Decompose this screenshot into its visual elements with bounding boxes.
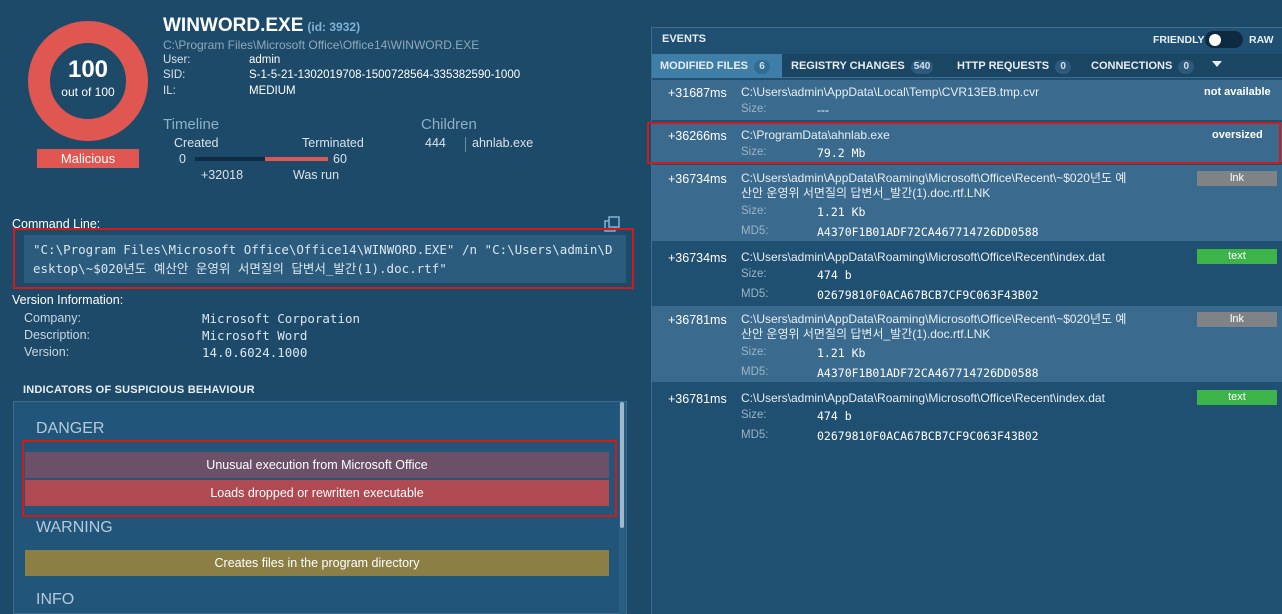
size-value: 1.21 Kb [817,346,866,360]
child-process-link[interactable]: ahnlab.exe [472,136,533,150]
description-label: Description: [24,328,90,342]
indicator-warning-1[interactable]: Creates files in the program directory [25,550,609,576]
tab-http-requests[interactable]: HTTP REQUESTS 0 [949,54,1076,78]
event-path: C:\Users\admin\AppData\Local\Temp\CVR13E… [741,85,1040,99]
size-label: Size: [741,409,767,421]
indicators-title: INDICATORS OF SUSPICIOUS BEHAVIOUR [13,376,627,402]
danger-label: DANGER [36,420,105,437]
sid-label: SID: [163,69,186,81]
timeline-title: Timeline [163,116,220,133]
md5-label: MD5: [741,225,769,237]
md5-label: MD5: [741,366,769,378]
md5-value: A4370F1B01ADF72CA467714726DD0588 [817,225,1039,239]
event-time: +36781ms [668,392,727,406]
company-label: Company: [24,311,81,325]
timeline-end: 60 [333,152,347,166]
tab-count: 0 [1055,60,1072,74]
version-value: 14.0.6024.1000 [202,345,308,360]
event-path-line1: C:\Users\admin\AppData\Roaming\Microsoft… [741,312,1127,326]
description-value: Microsoft Word [202,328,308,343]
user-value: admin [249,54,281,66]
events-title: EVENTS [662,33,707,45]
tab-count: 540 [910,60,934,74]
event-path-line2: 산안 운영위 서면질의 답변서_발간(1).doc.rtf.LNK [741,186,991,200]
size-value: --- [817,103,829,117]
process-id: (id: 3932) [307,20,361,34]
tab-connections[interactable]: CONNECTIONS 0 [1083,54,1203,78]
user-label: User: [163,54,191,66]
md5-label: MD5: [741,288,769,300]
md5-value: 02679810F0ACA67BCB7CF9C063F43B02 [817,288,1039,302]
event-time: +31687ms [668,86,727,100]
size-value: 474 b [817,268,852,282]
md5-value: 02679810F0ACA67BCB7CF9C063F43B02 [817,429,1039,443]
company-value: Microsoft Corporation [202,311,361,326]
timeline-created-label: Created [174,136,219,150]
toggle-knob [1209,34,1221,46]
il-label: IL: [163,85,176,97]
size-value: 474 b [817,409,852,423]
indicators-scroll-thumb[interactable] [620,402,624,528]
sid-value: S-1-5-21-1302019708-1500728564-335382590… [249,69,521,81]
raw-label: RAW [1249,34,1274,46]
highlight-danger-indicators [22,440,617,517]
children-divider [465,137,466,152]
tab-label: REGISTRY CHANGES [791,60,905,72]
size-label: Size: [741,268,767,280]
event-path: C:\Users\admin\AppData\Roaming\Microsoft… [741,250,1105,264]
process-name: WINWORD.EXE [163,15,304,36]
children-title: Children [421,116,477,133]
process-title: WINWORD.EXE (id: 3932) [163,15,360,37]
size-label: Size: [741,346,767,358]
file-type-badge: text [1197,390,1277,405]
tab-count: 6 [754,60,770,74]
tab-modified-files[interactable]: MODIFIED FILES 6 [652,54,782,78]
tab-registry-changes[interactable]: REGISTRY CHANGES 540 [783,54,941,78]
version-label: Version: [24,345,70,359]
friendly-label: FRIENDLY [1153,34,1205,46]
threat-score-value: 100 [67,56,109,83]
size-label: Size: [741,103,767,115]
tab-label: CONNECTIONS [1091,60,1173,72]
file-type-badge: lnk [1197,171,1277,186]
info-label: INFO [36,591,75,608]
event-status: not available [1204,86,1271,98]
timeline-status: Was run [293,168,340,182]
version-info-title: Version Information: [12,293,124,307]
md5-label: MD5: [741,429,769,441]
verdict-badge: Malicious [37,149,139,168]
tab-count: 0 [1178,60,1195,74]
event-path-line1: C:\Users\admin\AppData\Roaming\Microsoft… [741,171,1127,185]
warning-label: WARNING [36,519,113,536]
timeline-terminated-label: Terminated [302,136,364,150]
file-type-badge: lnk [1197,312,1277,327]
event-path: C:\Users\admin\AppData\Roaming\Microsoft… [741,391,1105,405]
tab-label: MODIFIED FILES [660,60,748,72]
size-label: Size: [741,205,767,217]
size-value: 1.21 Kb [817,205,866,219]
event-time: +36734ms [668,251,727,265]
timeline-start: 0 [179,152,186,166]
event-time: +36734ms [668,172,727,186]
file-type-badge: text [1197,249,1277,264]
event-time: +36781ms [668,313,727,327]
threat-score-max: out of 100 [61,85,115,99]
il-value: MEDIUM [249,85,296,97]
highlight-ahnlab-event [647,122,1281,164]
children-count: 444 [425,136,446,150]
md5-value: A4370F1B01ADF72CA467714726DD0588 [817,366,1039,380]
timeline-bar-fill [265,157,328,161]
event-path-line2: 산안 운영위 서면질의 답변서_발간(1).doc.rtf.LNK [741,327,991,341]
timeline-offset: +32018 [201,168,244,182]
chevron-down-icon[interactable] [1212,61,1222,67]
process-path: C:\Program Files\Microsoft Office\Office… [163,38,480,52]
tab-label: HTTP REQUESTS [957,60,1050,72]
highlight-command-line [13,228,634,289]
